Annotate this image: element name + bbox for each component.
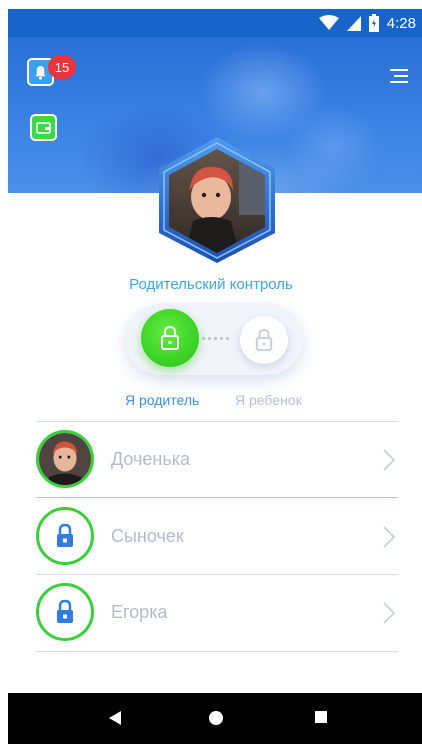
list-divider xyxy=(36,497,398,498)
child-row[interactable]: Сыночек xyxy=(36,499,398,575)
child-row[interactable]: Егорка xyxy=(36,575,398,651)
list-divider xyxy=(36,651,398,652)
lock-icon xyxy=(57,523,73,547)
recents-icon[interactable] xyxy=(314,710,328,724)
chevron-right-icon xyxy=(383,526,395,548)
child-mode-knob[interactable] xyxy=(240,316,288,364)
lock-icon xyxy=(57,599,73,623)
back-icon[interactable] xyxy=(108,710,122,726)
child-row[interactable]: Доченька xyxy=(36,422,398,498)
toggle-dots xyxy=(202,337,236,341)
notification-count-badge: 15 xyxy=(48,55,76,79)
wifi-icon xyxy=(318,15,339,30)
bell-icon xyxy=(35,65,46,80)
menu-icon[interactable] xyxy=(390,68,408,84)
child-name: Егорка xyxy=(111,602,168,622)
clock: 4:28 xyxy=(386,14,416,32)
chevron-right-icon xyxy=(383,449,395,471)
lock-icon xyxy=(255,329,273,351)
signal-icon xyxy=(346,15,361,31)
chevron-right-icon xyxy=(383,602,395,624)
battery-icon xyxy=(368,14,379,32)
child-avatar-lock xyxy=(36,583,94,641)
home-icon[interactable] xyxy=(208,710,224,726)
child-avatar-photo xyxy=(36,430,94,488)
navigation-bar xyxy=(8,693,422,744)
child-avatar-lock xyxy=(36,507,94,565)
role-parent-label[interactable]: Я родитель xyxy=(125,392,199,408)
section-title: Родительский контроль xyxy=(129,276,293,293)
profile-avatar[interactable] xyxy=(153,135,281,265)
lock-icon xyxy=(161,325,179,350)
child-name: Доченька xyxy=(111,449,190,469)
wallet-button[interactable] xyxy=(30,114,57,141)
role-child-label[interactable]: Я ребенок xyxy=(235,392,302,408)
status-bar: 4:28 xyxy=(8,9,422,37)
child-name: Сыночек xyxy=(111,526,184,546)
wallet-icon xyxy=(36,121,51,134)
parent-mode-knob[interactable] xyxy=(141,309,199,367)
